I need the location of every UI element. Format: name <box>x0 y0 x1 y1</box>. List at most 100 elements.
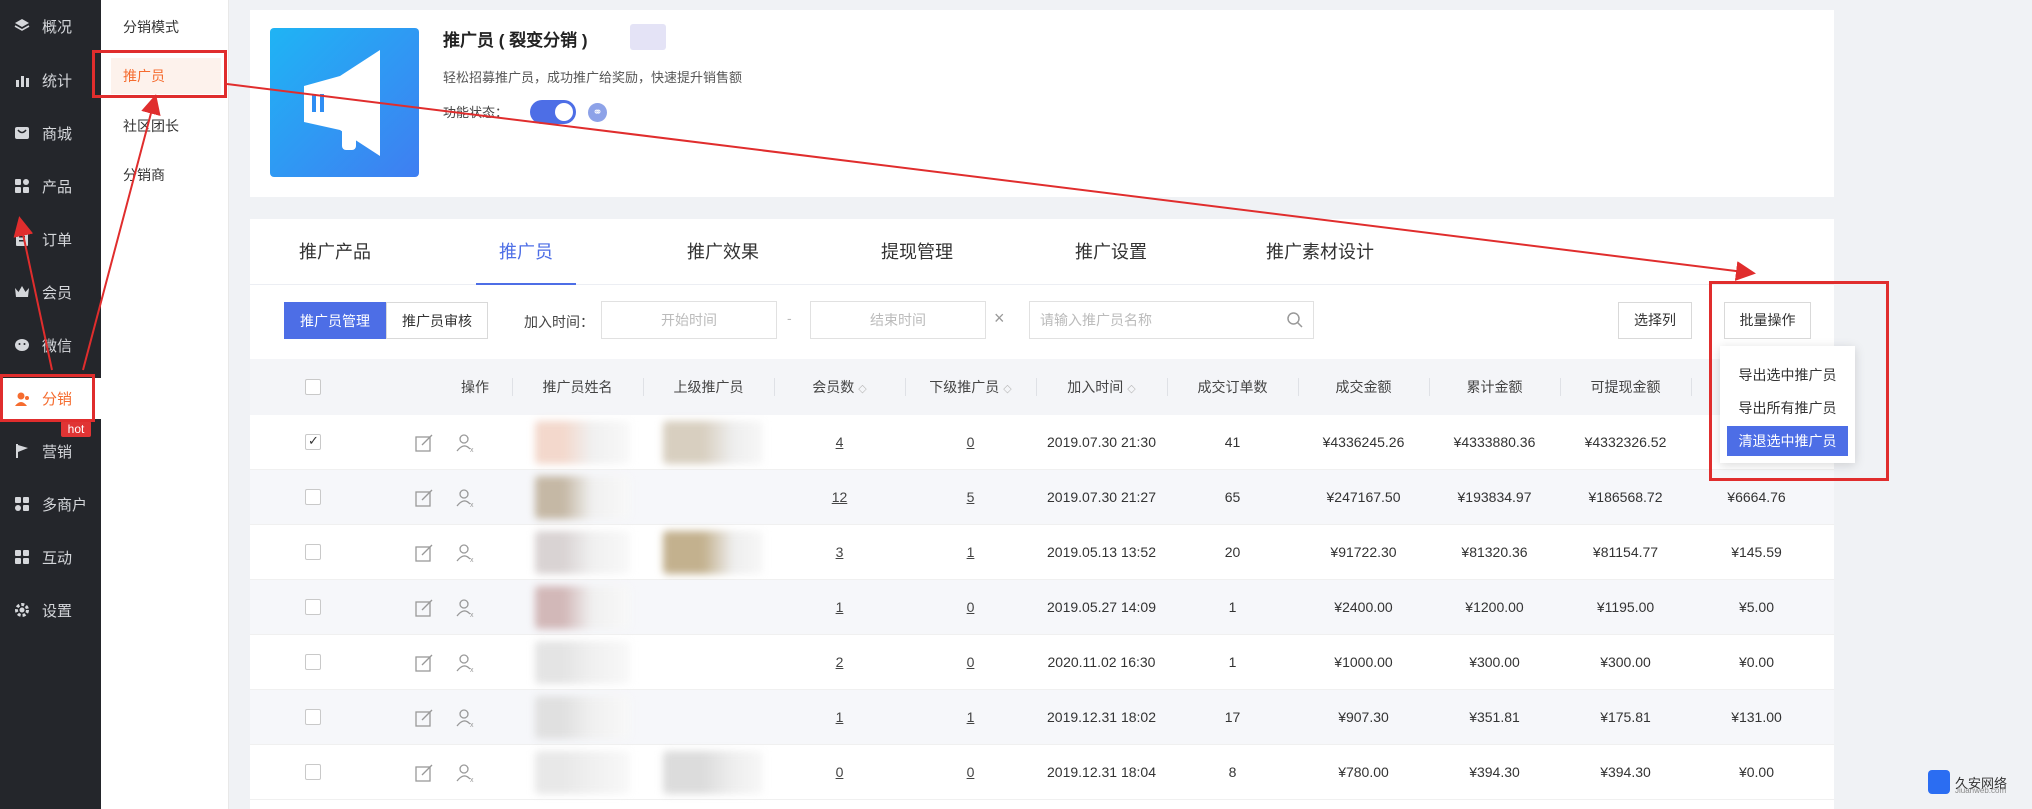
member-count-link[interactable]: 4 <box>774 415 905 470</box>
th-join-time-label: 加入时间 <box>1067 379 1124 395</box>
nav-item-products[interactable]: 产品 <box>0 166 101 206</box>
sub-promoter-link[interactable]: 0 <box>905 415 1036 470</box>
extra-amount: ¥0.00 <box>1738 764 1775 780</box>
sub-promoter-link[interactable]: 1 <box>905 525 1036 580</box>
remove-user-icon[interactable]: x <box>456 708 476 728</box>
nav-item-stats[interactable]: 统计 <box>0 60 101 100</box>
page-description: 轻松招募推广员，成功推广给奖励，快速提升销售额 <box>443 70 743 85</box>
extra-amount: ¥5.00 <box>1738 599 1775 615</box>
edit-icon[interactable] <box>414 488 434 508</box>
nav-item-wechat[interactable]: 微信 <box>0 325 101 365</box>
tab-promoters[interactable]: 推广员 <box>476 219 576 285</box>
total-amount: ¥394.30 <box>1469 764 1520 780</box>
table-row: x 2 0 2020.11.02 16:30 1 ¥1000.00 ¥300.00 ¥300.… <box>250 635 1834 690</box>
nav-label: 产品 <box>42 178 73 196</box>
member-count-link[interactable]: 3 <box>774 525 905 580</box>
search-icon[interactable] <box>1286 311 1304 329</box>
end-date-input[interactable]: 结束时间 <box>810 301 986 339</box>
nav-label: 会员 <box>42 284 73 302</box>
nav-item-marketing[interactable]: 营销 <box>0 431 101 471</box>
member-count-link[interactable]: 2 <box>774 635 905 690</box>
row-checkbox[interactable] <box>305 654 321 670</box>
row-checkbox[interactable] <box>305 544 321 560</box>
subnav-item-distributor[interactable]: 分销商 <box>101 157 229 193</box>
edit-icon[interactable] <box>414 543 434 563</box>
promoter-name-blurred <box>535 751 630 794</box>
nav-item-settings[interactable]: 设置 <box>0 590 101 630</box>
clear-date-icon[interactable]: × <box>994 308 1005 329</box>
th-subs[interactable]: 下级推广员 ◇ <box>905 359 1036 415</box>
date-separator: - <box>787 310 792 326</box>
row-checkbox[interactable] <box>305 433 321 450</box>
store-icon <box>12 494 32 514</box>
member-count-link[interactable]: 0 <box>774 745 905 800</box>
nav-item-mall[interactable]: 商城 <box>0 113 101 153</box>
megaphone-icon <box>270 28 419 177</box>
withdrawable-amount: ¥186568.72 <box>1588 489 1663 505</box>
nav-item-orders[interactable]: 订单 <box>0 219 101 259</box>
sub-promoter-link[interactable]: 1 <box>905 690 1036 745</box>
total-amount: ¥81320.36 <box>1461 544 1528 560</box>
deal-amount: ¥91722.30 <box>1330 544 1397 560</box>
remove-user-icon[interactable]: x <box>456 433 476 453</box>
header-card: 推广员 ( 裂变分销 ) 轻松招募推广员，成功推广给奖励，快速提升销售额 功能状… <box>250 10 1834 197</box>
th-join-time[interactable]: 加入时间 ◇ <box>1036 359 1167 415</box>
tab-promo-settings[interactable]: 推广设置 <box>1056 219 1166 285</box>
subnav-item-community-leader[interactable]: 社区团长 <box>101 108 229 144</box>
select-columns-button[interactable]: 选择列 <box>1618 302 1692 339</box>
join-time: 2019.07.30 21:30 <box>1047 434 1156 450</box>
start-date-input[interactable]: 开始时间 <box>601 301 777 339</box>
flag-icon <box>12 441 32 461</box>
sub-nav: 分销模式 推广员 社区团长 分销商 <box>101 0 229 809</box>
subnav-item-mode[interactable]: 分销模式 <box>101 9 229 45</box>
withdrawable-amount: ¥300.00 <box>1600 654 1651 670</box>
remove-user-icon[interactable]: x <box>456 488 476 508</box>
remove-user-icon[interactable]: x <box>456 598 476 618</box>
sub-promoter-link[interactable]: 5 <box>905 470 1036 525</box>
nav-item-overview[interactable]: 概况 <box>0 6 101 46</box>
chart-icon <box>12 70 32 90</box>
extra-amount: ¥131.00 <box>1731 709 1782 725</box>
tab-promo-effect[interactable]: 推广效果 <box>668 219 778 285</box>
row-checkbox[interactable] <box>305 599 321 615</box>
promoter-review-button[interactable]: 推广员审核 <box>386 302 488 339</box>
remove-user-icon[interactable]: x <box>456 653 476 673</box>
row-checkbox[interactable] <box>305 489 321 505</box>
member-count-link[interactable]: 1 <box>774 690 905 745</box>
nav-item-interaction[interactable]: 互动 <box>0 537 101 577</box>
promoter-search-input[interactable]: 请输入推广员名称 <box>1029 301 1314 339</box>
tab-bar: 推广产品 推广员 推广效果 提现管理 推广设置 推广素材设计 <box>250 219 1834 285</box>
th-members[interactable]: 会员数 ◇ <box>774 359 905 415</box>
nav-item-members[interactable]: 会员 <box>0 272 101 312</box>
tab-promo-products[interactable]: 推广产品 <box>280 219 390 285</box>
join-time: 2020.11.02 16:30 <box>1047 654 1156 670</box>
select-all-checkbox[interactable] <box>305 379 321 395</box>
withdrawable-amount: ¥81154.77 <box>1592 544 1659 560</box>
th-parent: 上级推广员 <box>673 379 744 395</box>
nav-item-multi-merchant[interactable]: 多商户 <box>0 484 101 524</box>
remove-user-icon[interactable]: x <box>456 763 476 783</box>
sub-promoter-link[interactable]: 0 <box>905 635 1036 690</box>
remove-user-icon[interactable]: x <box>456 543 476 563</box>
edit-icon[interactable] <box>414 433 434 453</box>
sub-promoter-link[interactable]: 0 <box>905 580 1036 635</box>
edit-icon[interactable] <box>414 763 434 783</box>
sub-promoter-link[interactable]: 0 <box>905 745 1036 800</box>
member-count-link[interactable]: 1 <box>774 580 905 635</box>
highlight-box-nav <box>0 374 95 422</box>
th-amount: 成交金额 <box>1335 379 1392 395</box>
promoter-manage-button[interactable]: 推广员管理 <box>284 302 386 339</box>
row-checkbox[interactable] <box>305 764 321 780</box>
feature-status-toggle[interactable] <box>530 100 576 124</box>
deal-amount: ¥2400.00 <box>1334 599 1393 615</box>
tab-promo-material[interactable]: 推广素材设计 <box>1240 219 1400 285</box>
row-checkbox[interactable] <box>305 709 321 725</box>
edit-icon[interactable] <box>414 653 434 673</box>
link-icon[interactable]: ⚭ <box>588 103 607 122</box>
edit-icon[interactable] <box>414 708 434 728</box>
tab-withdrawal[interactable]: 提现管理 <box>862 219 972 285</box>
member-count-link[interactable]: 12 <box>774 470 905 525</box>
order-icon <box>12 229 32 249</box>
edit-icon[interactable] <box>414 598 434 618</box>
th-name: 推广员姓名 <box>542 379 613 395</box>
